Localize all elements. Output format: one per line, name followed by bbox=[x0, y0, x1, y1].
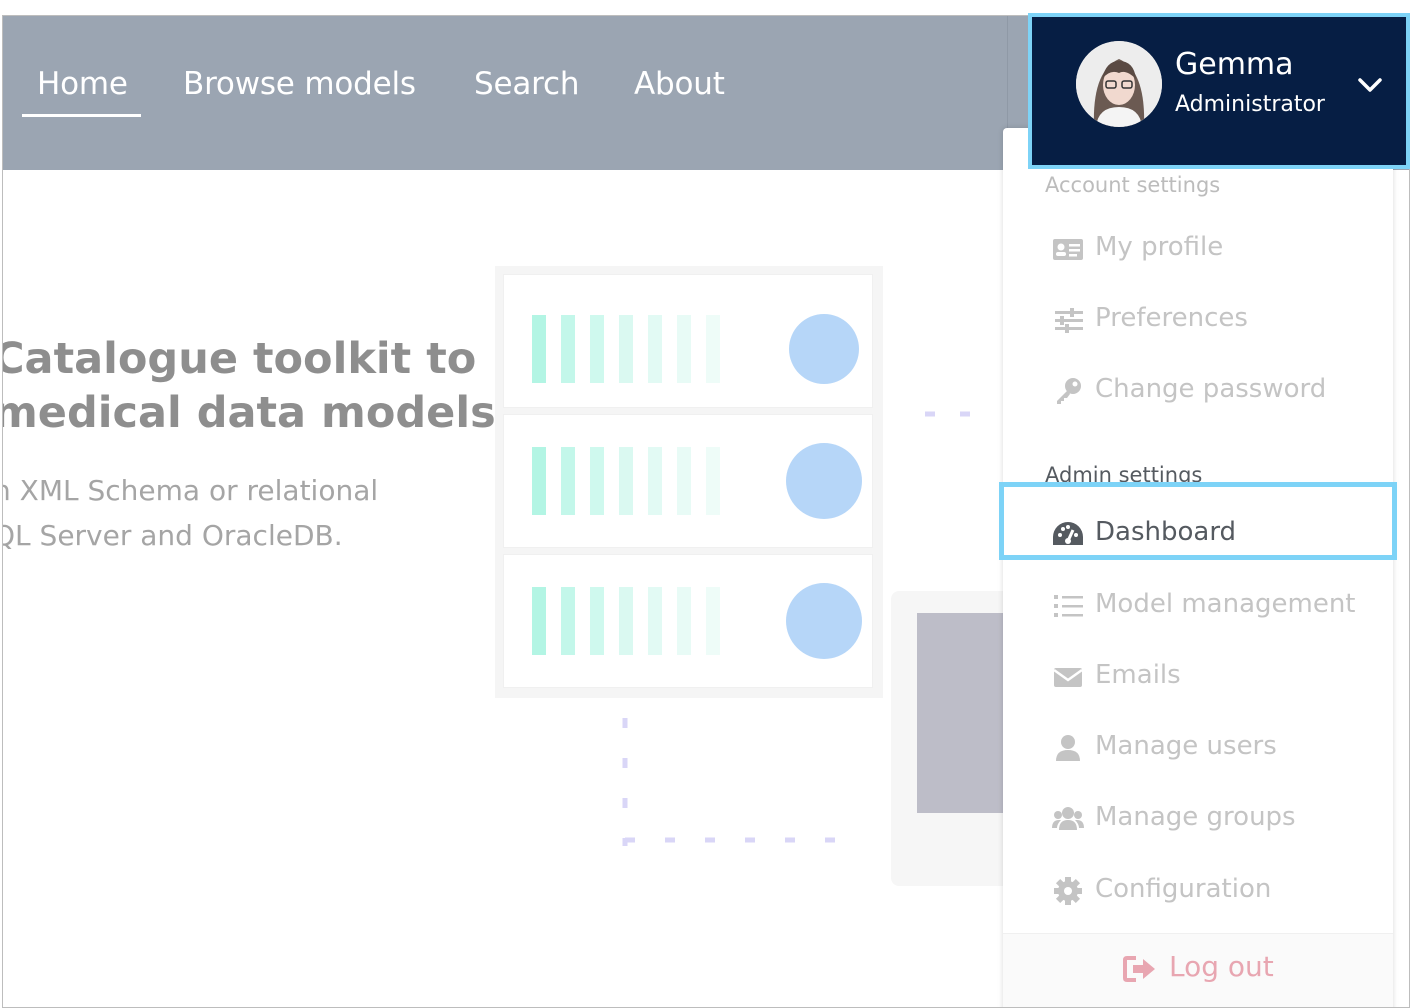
nav-home-link[interactable]: Home bbox=[37, 66, 128, 102]
monitor-illustration bbox=[891, 591, 1021, 886]
menu-item-dashboard[interactable]: Dashboard bbox=[1051, 509, 1381, 559]
hero-title-line-2: medical data models. bbox=[2, 388, 513, 438]
gear-icon bbox=[1054, 877, 1082, 905]
logout-label: Log out bbox=[1169, 950, 1274, 983]
menu-item-emails[interactable]: Emails bbox=[1051, 652, 1381, 702]
nav-search-link[interactable]: Search bbox=[474, 66, 580, 102]
user-menu-toggle[interactable]: Gemma Administrator bbox=[1028, 13, 1410, 169]
menu-item-label: My profile bbox=[1095, 232, 1224, 262]
menu-item-my-profile[interactable]: My profile bbox=[1051, 224, 1381, 274]
menu-item-label: Emails bbox=[1095, 660, 1181, 690]
key-icon bbox=[1057, 378, 1081, 404]
user-role: Administrator bbox=[1175, 92, 1325, 117]
menu-item-label: Manage groups bbox=[1095, 802, 1296, 832]
menu-item-label: Change password bbox=[1095, 374, 1327, 404]
nav-browse-models-link[interactable]: Browse models bbox=[183, 66, 416, 102]
hero-title-line-1: Catalogue toolkit to bbox=[2, 334, 477, 384]
nav-about-link[interactable]: About bbox=[634, 66, 725, 102]
sign-out-icon bbox=[1123, 956, 1155, 982]
menu-item-change-password[interactable]: Change password bbox=[1051, 366, 1381, 416]
user-name: Gemma bbox=[1175, 47, 1294, 82]
dropdown-footer: Log out bbox=[1003, 933, 1393, 1007]
hero-subtitle-line-2: QL Server and OracleDB. bbox=[2, 519, 343, 552]
menu-item-label: Model management bbox=[1095, 589, 1356, 619]
menu-item-manage-users[interactable]: Manage users bbox=[1051, 723, 1381, 773]
avatar bbox=[1076, 41, 1162, 127]
sliders-icon bbox=[1055, 308, 1083, 333]
id-card-icon bbox=[1053, 239, 1083, 260]
dashboard-icon bbox=[1053, 522, 1083, 545]
list-icon bbox=[1054, 595, 1083, 617]
menu-item-preferences[interactable]: Preferences bbox=[1051, 295, 1381, 345]
menu-item-manage-groups[interactable]: Manage groups bbox=[1051, 794, 1381, 844]
server-row-graphic bbox=[532, 314, 859, 384]
menu-item-label: Configuration bbox=[1095, 874, 1272, 904]
chevron-down-icon bbox=[1358, 78, 1382, 92]
hero-subtitle-line-1: n XML Schema or relational bbox=[2, 474, 379, 507]
menu-item-model-management[interactable]: Model management bbox=[1051, 581, 1381, 631]
user-icon bbox=[1056, 735, 1080, 761]
server-row bbox=[503, 274, 873, 408]
menu-item-label: Dashboard bbox=[1095, 517, 1237, 547]
nav-active-underline bbox=[22, 114, 141, 117]
avatar-image bbox=[1076, 41, 1162, 127]
users-icon bbox=[1052, 807, 1084, 830]
menu-item-label: Preferences bbox=[1095, 303, 1248, 333]
account-settings-heading: Account settings bbox=[1045, 173, 1221, 197]
menu-item-label: Manage users bbox=[1095, 731, 1277, 761]
menu-item-configuration[interactable]: Configuration bbox=[1051, 866, 1381, 916]
user-dropdown-menu: Account settings My profile Preferences … bbox=[999, 128, 1397, 1007]
envelope-icon bbox=[1053, 668, 1083, 687]
